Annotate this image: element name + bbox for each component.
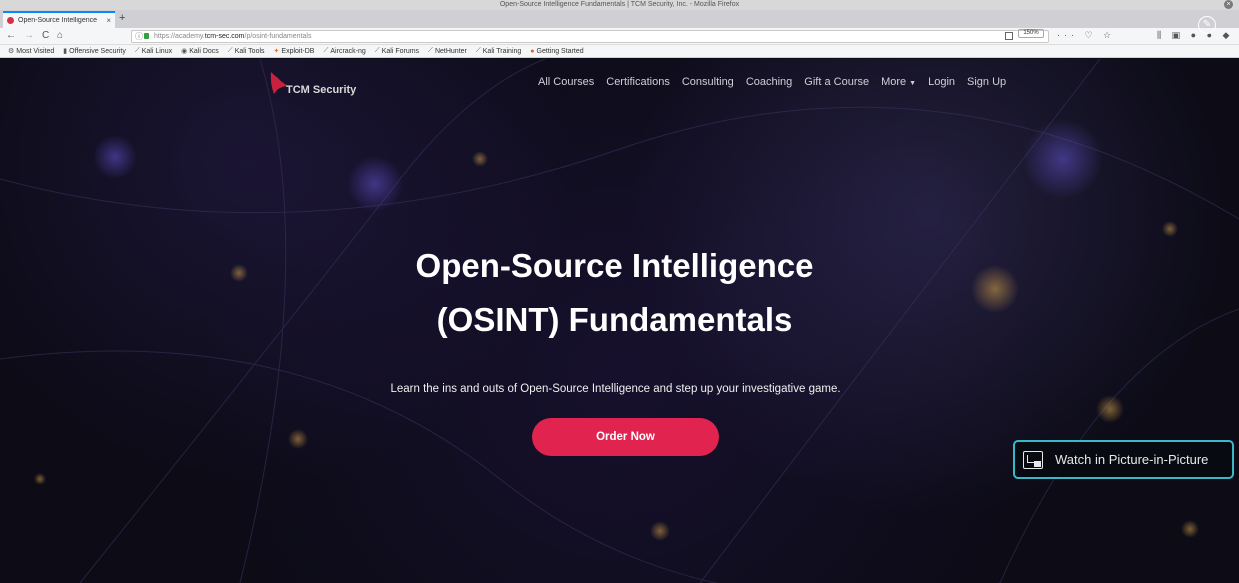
- browser-tab[interactable]: Open-Source Intelligence ×: [3, 11, 115, 28]
- url-text[interactable]: https://academy.tcm-sec.com/p/osint-fund…: [154, 31, 311, 42]
- kali-docs-icon: ◉: [181, 48, 188, 55]
- bookmark-kali-tools[interactable]: ⟋ Kali Tools: [228, 47, 265, 55]
- nav-all-courses[interactable]: All Courses: [538, 76, 594, 88]
- picture-in-picture-button[interactable]: Watch in Picture-in-Picture: [1013, 440, 1234, 479]
- page-content: TCM Security All Courses Certifications …: [0, 59, 1239, 583]
- bookmark-offensive-security[interactable]: ▮ Offensive Security: [63, 47, 126, 56]
- kali-icon: ⟋: [227, 47, 233, 54]
- hero-title-line-2: (OSINT) Fundamentals: [436, 301, 793, 338]
- tab-close-icon[interactable]: ×: [106, 16, 111, 25]
- window-close-button[interactable]: ×: [1224, 0, 1233, 9]
- bookmark-aircrack-ng[interactable]: ⟋ Aircrack-ng: [323, 47, 365, 55]
- bookmark-kali-training[interactable]: ⟋ Kali Training: [476, 47, 521, 55]
- window-title: Open-Source Intelligence Fundamentals | …: [499, 1, 740, 8]
- caret-down-icon: ▼: [909, 80, 917, 87]
- bookmarks-bar: ⚙ Most Visited ▮ Offensive Security ⟋ Kali …: [0, 45, 1239, 58]
- kali-icon: ⟋: [134, 47, 140, 54]
- navigation-toolbar: ← → C ⌂ ⓘ https://academy.tcm-sec.com/p/…: [0, 28, 1239, 45]
- forward-button[interactable]: →: [24, 29, 34, 43]
- nav-consulting[interactable]: Consulting: [682, 76, 734, 88]
- kali-icon: ⟋: [428, 47, 433, 54]
- home-button[interactable]: ⌂: [57, 29, 63, 43]
- lock-icon: [144, 33, 149, 39]
- firefox-icon: ●: [530, 47, 535, 55]
- site-info-icon[interactable]: ⓘ: [135, 31, 143, 42]
- bookmark-exploit-db[interactable]: ✦ Exploit-DB: [273, 47, 315, 56]
- kali-icon: ⟋: [374, 47, 380, 54]
- new-tab-button[interactable]: +: [119, 12, 125, 24]
- aircrack-icon: ⟋: [323, 47, 329, 54]
- bookmark-kali-linux[interactable]: ⟋ Kali Linux: [135, 47, 172, 55]
- reader-view-icon[interactable]: [1005, 32, 1013, 40]
- hero-title-line-1: Open-Source Intelligence: [415, 247, 814, 284]
- bookmark-most-visited[interactable]: ⚙ Most Visited: [8, 47, 54, 56]
- kali-icon: ⟋: [475, 47, 481, 54]
- tab-strip: Open-Source Intelligence × +: [0, 10, 1239, 28]
- order-now-button[interactable]: Order Now: [532, 418, 719, 456]
- logo-text: TCM Security: [286, 84, 357, 96]
- tab-label: Open-Source Intelligence: [18, 17, 97, 24]
- offsec-icon: ▮: [63, 48, 68, 55]
- site-navigation: All Courses Certifications Consulting Co…: [538, 76, 1018, 88]
- url-bar[interactable]: ⓘ https://academy.tcm-sec.com/p/osint-fu…: [131, 30, 1049, 43]
- page-actions[interactable]: ··· ♡ ☆: [1057, 29, 1115, 42]
- back-button[interactable]: ←: [6, 29, 16, 43]
- bookmark-nethunter[interactable]: ⟋ NetHunter: [428, 47, 467, 55]
- window-titlebar: Open-Source Intelligence Fundamentals | …: [0, 0, 1239, 10]
- gear-icon: ⚙: [8, 48, 15, 55]
- picture-in-picture-icon: [1023, 450, 1043, 469]
- nav-login[interactable]: Login: [928, 76, 955, 88]
- tab-favicon-icon: [7, 17, 14, 24]
- pencil-icon[interactable]: ✎: [1198, 16, 1216, 34]
- toolbar-icons[interactable]: ⫼ ▣ ● ● ◆: [1157, 29, 1233, 42]
- tcm-security-logo[interactable]: TCM Security: [268, 70, 368, 100]
- nav-coaching[interactable]: Coaching: [746, 76, 792, 88]
- exploit-db-icon: ✦: [273, 48, 280, 55]
- bookmark-getting-started[interactable]: ● Getting Started: [530, 48, 583, 55]
- bookmark-kali-docs[interactable]: ◉ Kali Docs: [181, 47, 219, 56]
- reload-button[interactable]: C: [42, 29, 49, 43]
- nav-sign-up[interactable]: Sign Up: [967, 76, 1006, 88]
- hero-subtitle: Learn the ins and outs of Open-Source In…: [390, 383, 841, 395]
- pip-label: Watch in Picture-in-Picture: [1055, 452, 1209, 467]
- zoom-level-badge[interactable]: 150%: [1018, 29, 1044, 38]
- nav-gift-a-course[interactable]: Gift a Course: [804, 76, 869, 88]
- nav-certifications[interactable]: Certifications: [606, 76, 670, 88]
- nav-more-dropdown[interactable]: More ▼: [881, 76, 916, 88]
- bookmark-kali-forums[interactable]: ⟋ Kali Forums: [375, 47, 419, 55]
